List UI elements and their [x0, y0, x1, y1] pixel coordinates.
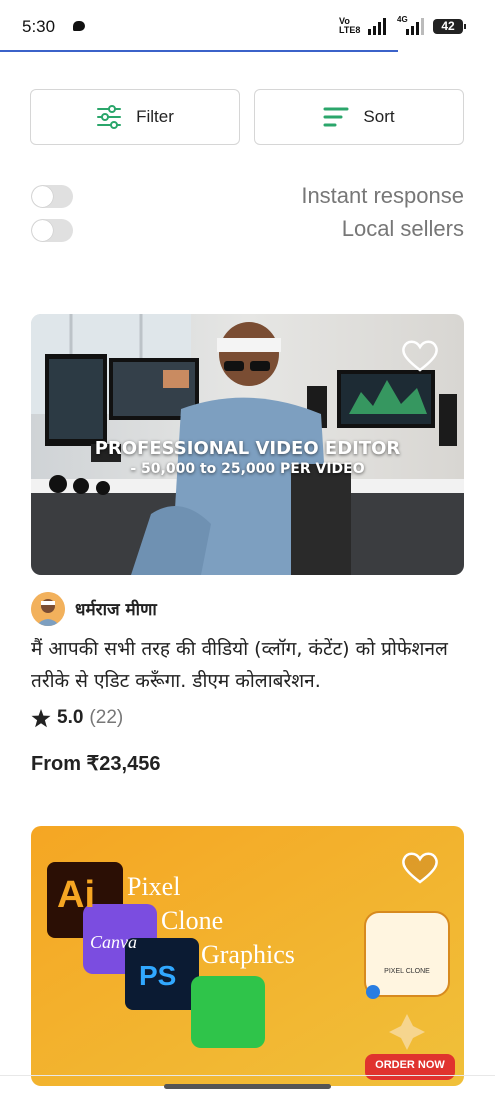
star-icon [31, 708, 51, 727]
filter-button[interactable]: Filter [30, 89, 240, 145]
signal-icon-2 [406, 18, 424, 35]
loading-progress-bar [0, 50, 398, 52]
chat-notification-icon [73, 21, 85, 31]
sort-button[interactable]: Sort [254, 89, 464, 145]
filter-label: Filter [136, 107, 174, 126]
home-indicator[interactable] [164, 1084, 331, 1089]
gig-image-video-editor[interactable]: PROFESSIONAL VIDEO EDITOR - 50,000 to 25… [31, 314, 464, 575]
battery-icon: 42 [433, 19, 466, 34]
avatar-image [31, 592, 65, 626]
review-count: (22) [89, 707, 124, 728]
ai-badge-text: Ai [57, 874, 95, 916]
brand-line1: Pixel [127, 872, 181, 901]
seller-name[interactable]: धर्मराज मीणा [75, 597, 157, 620]
bottom-divider [0, 1075, 495, 1076]
instant-response-toggle[interactable] [31, 185, 73, 208]
gig-price: From ₹23,456 [31, 753, 161, 775]
rating: 5.0 (22) [31, 707, 123, 729]
favorite-heart-icon[interactable] [402, 852, 438, 884]
toggle-knob [32, 220, 53, 241]
logo-text: PIXEL CLONE [384, 968, 430, 975]
status-time: 5:30 [22, 17, 56, 36]
signal-icon [368, 18, 386, 35]
sort-lines-icon [323, 107, 349, 127]
volte-line2: LTE8 [339, 25, 361, 35]
rating-value: 5.0 [57, 707, 84, 728]
favorite-heart-icon[interactable] [402, 340, 438, 372]
status-bar: 5:30 Vo LTE8 4G 42 [0, 0, 495, 52]
filter-sliders-icon [97, 105, 122, 129]
brand-line3: Graphics [201, 940, 295, 969]
toggle-knob [32, 186, 53, 207]
local-sellers-label: Local sellers [341, 216, 464, 241]
brand-line2: Clone [161, 906, 224, 935]
sort-label: Sort [363, 107, 395, 126]
image-title-line1: PROFESSIONAL VIDEO EDITOR [94, 438, 401, 459]
gig-image-graphics[interactable]: Ai Canva PS Pixel Clone Graphics PIXEL C… [31, 826, 464, 1086]
volte-indicator: Vo LTE8 [339, 17, 360, 35]
gig-description[interactable]: मैं आपकी सभी तरह की वीडियो (व्लॉग, कंटें… [31, 633, 471, 697]
seller-avatar[interactable] [31, 592, 65, 626]
order-now-cta: ORDER NOW [375, 1059, 445, 1071]
local-sellers-toggle[interactable] [31, 219, 73, 242]
image-title-line2: - 50,000 to 25,000 PER VIDEO [130, 461, 365, 477]
instant-response-label: Instant response [301, 183, 464, 208]
